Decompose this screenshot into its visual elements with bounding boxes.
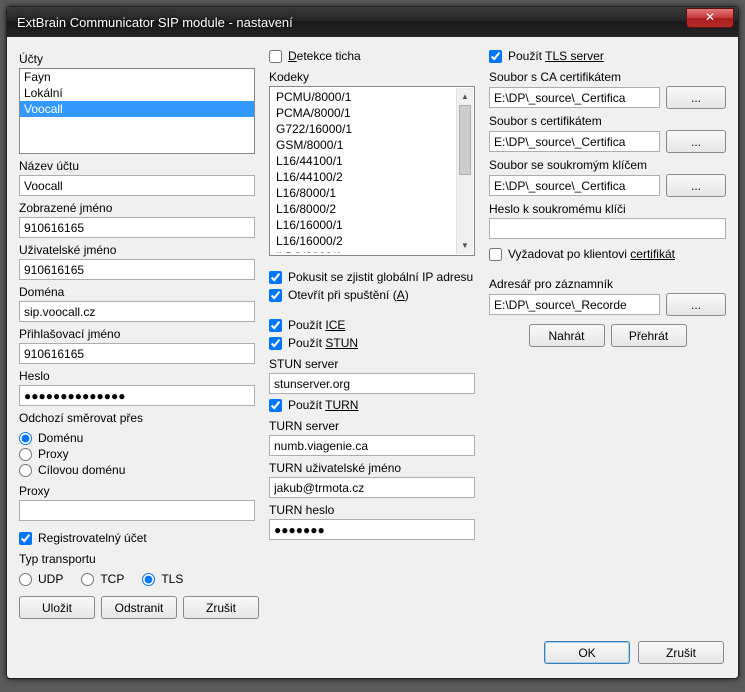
- account-name-label: Název účtu: [19, 159, 255, 173]
- account-item[interactable]: Voocall: [20, 101, 254, 117]
- account-name-input[interactable]: [19, 175, 255, 196]
- account-item[interactable]: Lokální: [20, 85, 254, 101]
- cert-file-label: Soubor s certifikátem: [489, 114, 726, 128]
- ca-file-browse-button[interactable]: ...: [666, 86, 726, 109]
- transport-tls-radio[interactable]: TLS: [142, 572, 183, 586]
- user-name-input[interactable]: [19, 259, 255, 280]
- display-name-input[interactable]: [19, 217, 255, 238]
- turn-user-input[interactable]: [269, 477, 475, 498]
- cancel-button[interactable]: Zrušit: [638, 641, 724, 664]
- account-item[interactable]: Fayn: [20, 69, 254, 85]
- login-name-input[interactable]: [19, 343, 255, 364]
- close-button[interactable]: ✕: [686, 8, 734, 28]
- open-on-start-checkbox[interactable]: Otevřít při spuštění (A): [269, 288, 475, 302]
- accounts-list[interactable]: FaynLokálníVoocall: [19, 68, 255, 154]
- scroll-thumb[interactable]: [459, 105, 471, 175]
- use-ice-checkbox[interactable]: Použít ICE: [269, 318, 475, 332]
- turn-pass-input[interactable]: [269, 519, 475, 540]
- proxy-input[interactable]: [19, 500, 255, 521]
- rec-dir-browse-button[interactable]: ...: [666, 293, 726, 316]
- play-button[interactable]: Přehrát: [611, 324, 687, 347]
- codec-item[interactable]: PCMU/8000/1: [270, 89, 474, 105]
- accounts-label: Účty: [19, 52, 255, 66]
- settings-window: ExtBrain Communicator SIP module - nasta…: [6, 6, 739, 679]
- login-name-label: Přihlašovací jméno: [19, 327, 255, 341]
- turn-user-label: TURN uživatelské jméno: [269, 461, 475, 475]
- cancel-account-button[interactable]: Zrušit: [183, 596, 259, 619]
- use-tls-server-checkbox[interactable]: Použít TLS server: [489, 49, 726, 63]
- domain-label: Doména: [19, 285, 255, 299]
- route-domain-radio[interactable]: Doménu: [19, 431, 255, 445]
- transport-label: Typ transportu: [19, 552, 255, 566]
- rec-dir-input[interactable]: [489, 294, 660, 315]
- delete-button[interactable]: Odstranit: [101, 596, 177, 619]
- codec-item[interactable]: PCMA/8000/1: [270, 105, 474, 121]
- turn-pass-label: TURN heslo: [269, 503, 475, 517]
- codec-item[interactable]: iLBC/8000/1: [270, 249, 474, 253]
- user-name-label: Uživatelské jméno: [19, 243, 255, 257]
- silence-detect-checkbox[interactable]: Detekce ticha: [269, 49, 475, 63]
- codec-item[interactable]: L16/16000/1: [270, 217, 474, 233]
- scroll-up-icon[interactable]: ▲: [457, 88, 473, 105]
- codecs-list[interactable]: PCMU/8000/1PCMA/8000/1G722/16000/1GSM/80…: [269, 86, 475, 256]
- domain-input[interactable]: [19, 301, 255, 322]
- key-file-input[interactable]: [489, 175, 660, 196]
- use-stun-checkbox[interactable]: Použít STUN: [269, 336, 475, 350]
- codecs-label: Kodeky: [269, 70, 475, 84]
- titlebar: ExtBrain Communicator SIP module - nasta…: [7, 7, 738, 37]
- ok-button[interactable]: OK: [544, 641, 630, 664]
- key-file-browse-button[interactable]: ...: [666, 174, 726, 197]
- codec-item[interactable]: L16/44100/2: [270, 169, 474, 185]
- route-via-label: Odchozí směrovat přes: [19, 411, 255, 425]
- cert-file-browse-button[interactable]: ...: [666, 130, 726, 153]
- scroll-down-icon[interactable]: ▼: [457, 237, 473, 254]
- require-client-cert-checkbox[interactable]: Vyžadovat po klientovi certifikát: [489, 247, 726, 261]
- window-title: ExtBrain Communicator SIP module - nasta…: [17, 15, 686, 30]
- registerable-checkbox[interactable]: Registrovatelný účet: [19, 531, 255, 545]
- password-label: Heslo: [19, 369, 255, 383]
- password-input[interactable]: [19, 385, 255, 406]
- ca-file-label: Soubor s CA certifikátem: [489, 70, 726, 84]
- route-proxy-radio[interactable]: Proxy: [19, 447, 255, 461]
- codec-item[interactable]: L16/8000/2: [270, 201, 474, 217]
- key-file-label: Soubor se soukromým klíčem: [489, 158, 726, 172]
- key-pass-input[interactable]: [489, 218, 726, 239]
- ca-file-input[interactable]: [489, 87, 660, 108]
- save-button[interactable]: Uložit: [19, 596, 95, 619]
- codec-item[interactable]: GSM/8000/1: [270, 137, 474, 153]
- stun-server-input[interactable]: [269, 373, 475, 394]
- transport-tcp-radio[interactable]: TCP: [81, 572, 124, 586]
- proxy-label: Proxy: [19, 484, 255, 498]
- cert-file-input[interactable]: [489, 131, 660, 152]
- stun-server-label: STUN server: [269, 357, 475, 371]
- codec-scrollbar[interactable]: ▲ ▼: [456, 88, 473, 254]
- turn-server-input[interactable]: [269, 435, 475, 456]
- turn-server-label: TURN server: [269, 419, 475, 433]
- try-global-ip-checkbox[interactable]: Pokusit se zjistit globální IP adresu: [269, 270, 475, 284]
- rec-dir-label: Adresář pro záznamník: [489, 277, 726, 291]
- display-name-label: Zobrazené jméno: [19, 201, 255, 215]
- codec-item[interactable]: G722/16000/1: [270, 121, 474, 137]
- route-target-domain-radio[interactable]: Cílovou doménu: [19, 463, 255, 477]
- transport-udp-radio[interactable]: UDP: [19, 572, 63, 586]
- key-pass-label: Heslo k soukromému klíči: [489, 202, 726, 216]
- use-turn-checkbox[interactable]: Použít TURN: [269, 398, 475, 412]
- codec-item[interactable]: L16/44100/1: [270, 153, 474, 169]
- codec-item[interactable]: L16/8000/1: [270, 185, 474, 201]
- codec-item[interactable]: L16/16000/2: [270, 233, 474, 249]
- record-button[interactable]: Nahrát: [529, 324, 605, 347]
